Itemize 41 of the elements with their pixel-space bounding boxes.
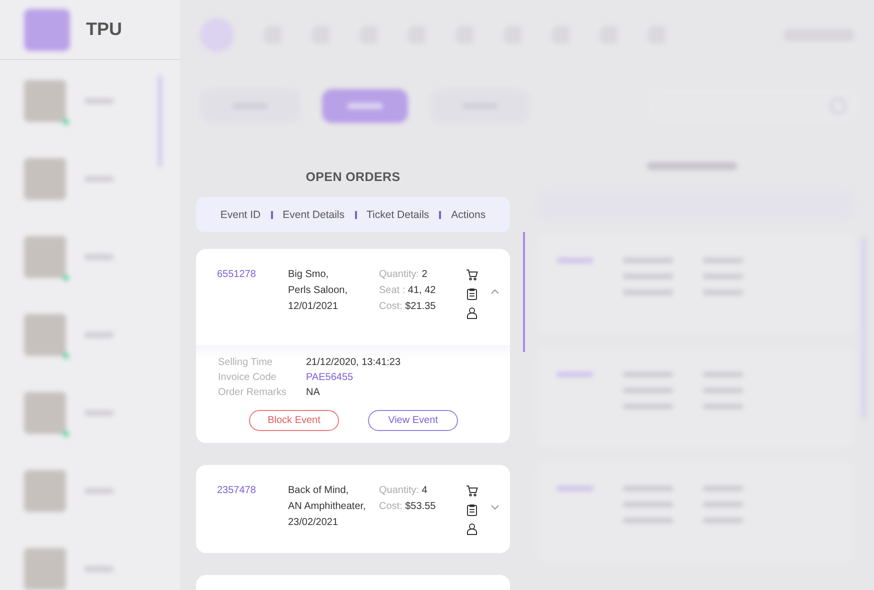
section-title: OPEN ORDERS bbox=[304, 169, 402, 186]
avatar-placeholder bbox=[24, 548, 66, 590]
logo-icon bbox=[24, 8, 70, 50]
column-header: Actions bbox=[451, 208, 486, 220]
chevron-icon[interactable] bbox=[491, 505, 499, 510]
scrollbar[interactable] bbox=[523, 232, 525, 352]
clipboard-icon[interactable] bbox=[467, 504, 477, 516]
event-detail: 23/02/2021 bbox=[288, 517, 340, 528]
ticket-detail: Cost: $21.35 bbox=[379, 301, 437, 312]
detail-label: Invoice Code bbox=[218, 372, 278, 383]
clipboard-icon[interactable] bbox=[467, 288, 477, 300]
ticket-detail: Seat : 41, 42 bbox=[379, 285, 437, 296]
invoice-link[interactable]: PAE56455 bbox=[306, 372, 488, 383]
event-detail: 12/01/2021 bbox=[288, 301, 340, 312]
view-event-button[interactable]: View Event bbox=[368, 410, 458, 431]
ticket-detail: Quantity: 4 bbox=[379, 485, 428, 496]
cart-icon[interactable] bbox=[466, 485, 478, 497]
tab[interactable] bbox=[322, 89, 408, 123]
detail-label: Order Remarks bbox=[218, 387, 288, 398]
column-header: Ticket Details bbox=[366, 208, 430, 220]
detail-value: 21/12/2020, 13:41:23 bbox=[306, 357, 402, 368]
detail-label: Selling Time bbox=[218, 357, 274, 368]
avatar-placeholder bbox=[24, 470, 66, 512]
column-header: Event Details bbox=[282, 208, 345, 220]
ticket-detail: Quantity: 2 bbox=[379, 269, 428, 280]
detail-value: NA bbox=[306, 387, 321, 398]
brand-name: TPU bbox=[86, 19, 122, 40]
event-detail: Perls Saloon, bbox=[288, 285, 348, 296]
avatar-placeholder bbox=[24, 158, 66, 200]
event-id-link[interactable]: 6551278 bbox=[217, 269, 288, 280]
ticket-detail: Cost: $53.55 bbox=[379, 501, 437, 512]
event-detail: AN Amphitheater, bbox=[288, 501, 367, 512]
user-icon[interactable] bbox=[467, 523, 477, 535]
event-detail: Big Smo, bbox=[288, 269, 330, 280]
cart-icon[interactable] bbox=[466, 269, 478, 281]
block-event-button[interactable]: Block Event bbox=[249, 410, 339, 431]
event-id-link[interactable]: 2357478 bbox=[217, 485, 288, 496]
event-detail: Back of Mind, bbox=[288, 485, 350, 496]
column-header: Event ID bbox=[220, 208, 261, 220]
chevron-icon[interactable] bbox=[491, 289, 499, 294]
user-icon[interactable] bbox=[467, 307, 477, 319]
